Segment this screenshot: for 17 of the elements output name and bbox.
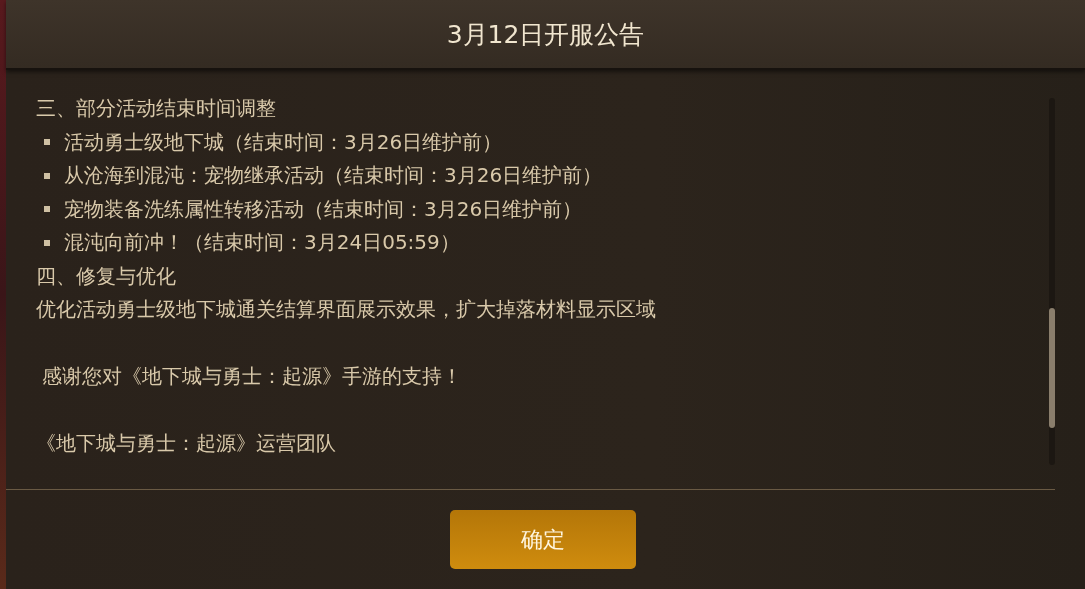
scrollbar[interactable] (1049, 98, 1055, 465)
announcement-text: 活动勇士级地下城（结束时间：3月26日维护前） (64, 128, 503, 156)
scroll-thumb[interactable] (1049, 308, 1055, 428)
announcement-text: 三、部分活动结束时间调整 (36, 95, 276, 123)
bullet-icon (44, 172, 50, 179)
announcement-text: 优化活动勇士级地下城通关结算界面展示效果，扩大掉落材料显示区域 (36, 296, 656, 324)
confirm-button[interactable]: 确定 (449, 510, 636, 569)
bullet-icon (44, 239, 50, 246)
bullet-icon (44, 139, 50, 146)
announcement-text: 感谢您对《地下城与勇士：起源》手游的支持！ (42, 362, 462, 390)
announcement-text: 四、修复与优化 (36, 262, 176, 290)
announcement-text: 从沧海到混沌：宠物继承活动（结束时间：3月26日维护前） (64, 162, 603, 190)
announcement-text: 混沌向前冲！（结束时间：3月24日05:59） (64, 229, 460, 257)
announcement-text: 《地下城与勇士：起源》运营团队 (36, 430, 336, 458)
announcement-text: 宠物装备洗练属性转移活动（结束时间：3月26日维护前） (64, 195, 583, 223)
dialog-title: 3月12日开服公告 (446, 18, 645, 51)
bullet-icon (44, 206, 50, 213)
